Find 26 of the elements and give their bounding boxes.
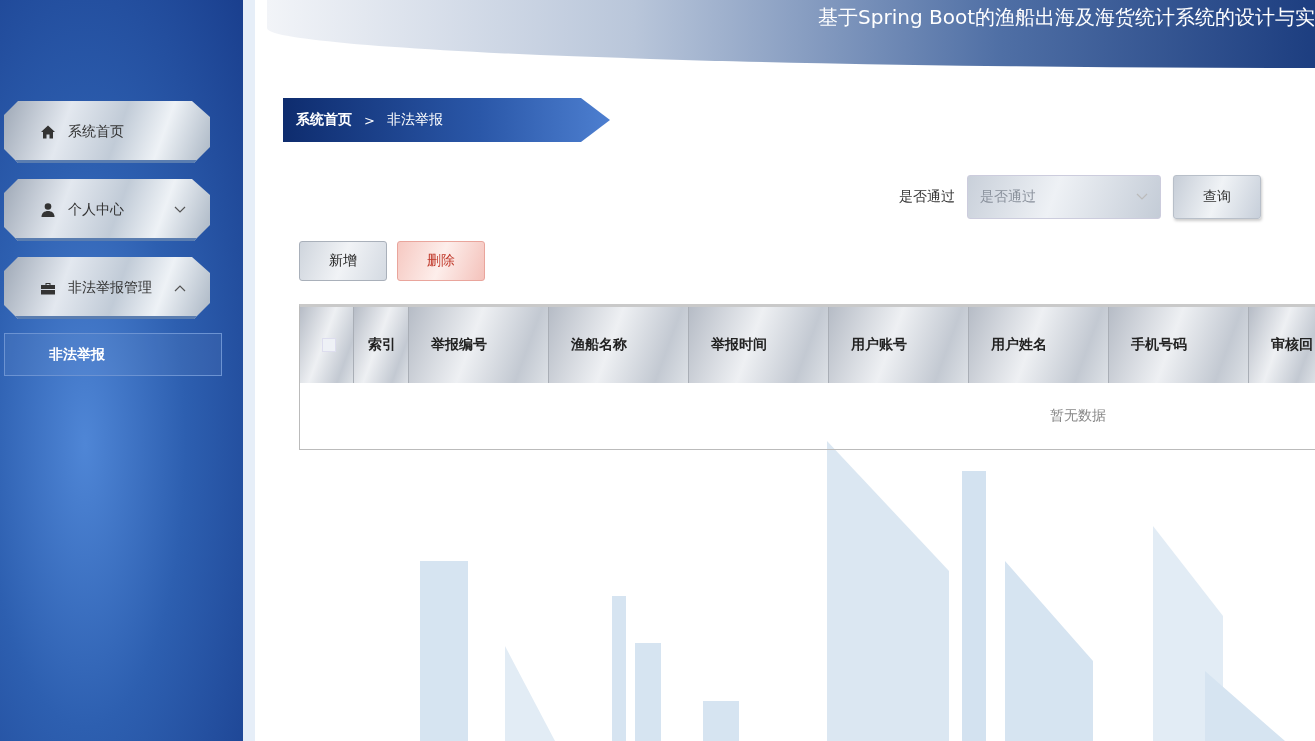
sidebar-menu-item[interactable]: 个人中心 — [4, 179, 210, 241]
sidebar-menu-item[interactable]: 非法举报管理 — [4, 257, 210, 319]
query-button[interactable]: 查询 — [1173, 175, 1261, 219]
home-icon — [40, 124, 56, 140]
delete-button[interactable]: 删除 — [397, 241, 485, 281]
column-header: 举报时间 — [689, 307, 829, 383]
briefcase-icon — [40, 280, 56, 296]
sidebar-menu-item[interactable]: 系统首页 — [4, 101, 210, 163]
breadcrumb-link[interactable]: 系统首页 — [296, 111, 352, 129]
column-header: 用户账号 — [829, 307, 969, 383]
column-header: 渔船名称 — [549, 307, 689, 383]
sidebar-submenu-item[interactable]: 非法举报 — [4, 333, 222, 376]
breadcrumb-link[interactable]: 非法举报 — [386, 111, 443, 129]
add-button[interactable]: 新增 — [299, 241, 387, 281]
system-title: 基于Spring Boot的渔船出海及海货统计系统的设计与实 — [818, 4, 1315, 31]
user-icon — [40, 202, 56, 218]
column-header: 索引 — [354, 307, 409, 383]
column-header: 用户姓名 — [969, 307, 1109, 383]
column-header: 举报编号 — [409, 307, 549, 383]
chevron-down-icon — [1136, 193, 1148, 201]
column-header: 审核回 — [1249, 307, 1315, 383]
breadcrumb-separator: > — [364, 112, 375, 128]
filter-label: 是否通过 — [899, 188, 955, 206]
empty-message: 暂无数据 — [1050, 407, 1106, 425]
column-header: 手机号码 — [1109, 307, 1249, 383]
select-all-checkbox[interactable] — [322, 338, 336, 352]
